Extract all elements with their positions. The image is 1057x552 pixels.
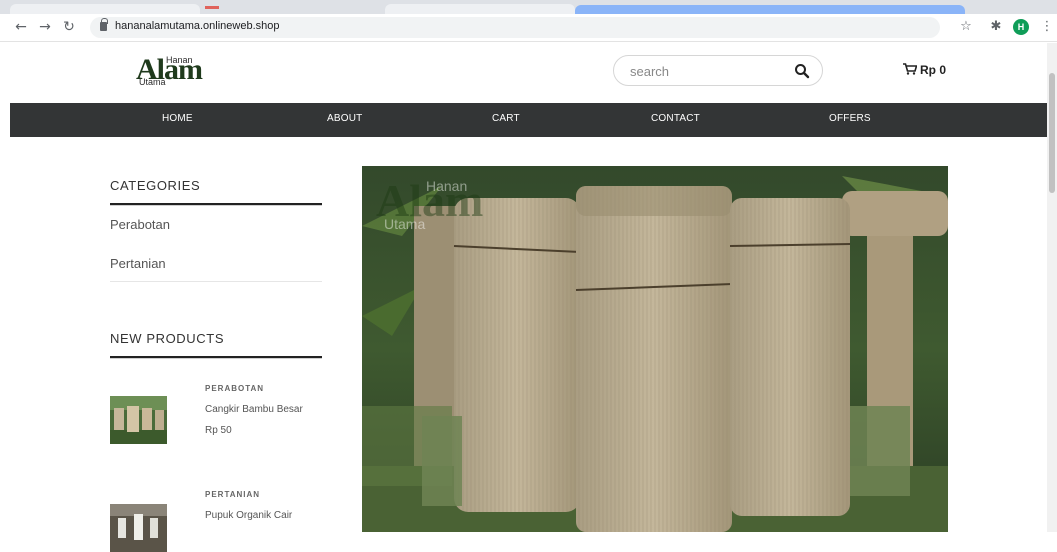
new-products-rule: [110, 356, 322, 359]
browser-tab[interactable]: [10, 4, 200, 14]
page-scrollbar[interactable]: [1047, 43, 1057, 532]
browser-tab[interactable]: [385, 4, 575, 14]
address-bar[interactable]: hananalamutama.onlineweb.shop: [90, 17, 940, 38]
categories-divider: [110, 281, 322, 282]
product-thumbnail[interactable]: [110, 504, 167, 552]
profile-avatar[interactable]: H: [1013, 19, 1029, 35]
nav-cart[interactable]: CART: [492, 113, 520, 124]
menu-kebab-icon[interactable]: ⋮: [1038, 18, 1056, 36]
categories-title: CATEGORIES: [110, 178, 201, 193]
site-header: Alam Hanan Utama Rp 0: [0, 43, 1057, 103]
site-logo[interactable]: Alam Hanan Utama: [136, 53, 206, 89]
product-item[interactable]: PERTANIAN Pupuk Organik Cair: [110, 488, 322, 552]
cart-total: Rp 0: [920, 63, 947, 77]
main-nav: HOME ABOUT CART CONTACT OFFERS: [10, 103, 1057, 137]
category-pertanian[interactable]: Pertanian: [110, 256, 166, 271]
product-category[interactable]: PERABOTAN: [205, 384, 264, 393]
product-name[interactable]: Pupuk Organik Cair: [205, 510, 292, 521]
cart-icon: [903, 63, 917, 75]
search-button[interactable]: [794, 63, 810, 79]
url-text[interactable]: hananalamutama.onlineweb.shop: [115, 20, 280, 32]
search-box: [613, 55, 823, 86]
product-item[interactable]: PERABOTAN Cangkir Bambu Besar Rp 50: [110, 380, 322, 444]
product-name[interactable]: Cangkir Bambu Besar: [205, 404, 303, 415]
scrollbar-thumb[interactable]: [1049, 73, 1055, 193]
logo-top-text: Hanan: [166, 55, 193, 65]
categories-rule: [110, 203, 322, 206]
bookmark-star-icon[interactable]: ☆: [957, 18, 975, 36]
cart-summary[interactable]: Rp 0: [903, 63, 946, 77]
watermark-bottom: Utama: [384, 216, 426, 232]
reload-icon[interactable]: ↻: [60, 18, 78, 36]
nav-contact[interactable]: CONTACT: [651, 113, 700, 124]
browser-toolbar: ← → ↻ hananalamutama.onlineweb.shop ☆ ✱ …: [0, 14, 1057, 42]
new-products-title: NEW PRODUCTS: [110, 331, 225, 346]
nav-about[interactable]: ABOUT: [327, 113, 362, 124]
hero-logo-watermark: Alam Hanan Utama: [376, 172, 496, 233]
forward-arrow-icon[interactable]: →: [36, 18, 54, 36]
search-icon: [795, 64, 810, 79]
nav-home[interactable]: HOME: [162, 113, 193, 124]
hero-banner-image[interactable]: Alam Hanan Utama: [362, 166, 948, 532]
product-category[interactable]: PERTANIAN: [205, 490, 260, 499]
nav-offers[interactable]: OFFERS: [829, 113, 871, 124]
category-perabotan[interactable]: Perabotan: [110, 217, 170, 232]
extensions-puzzle-icon[interactable]: ✱: [987, 18, 1005, 36]
product-thumbnail[interactable]: [110, 396, 167, 444]
search-input[interactable]: [630, 62, 780, 80]
product-price: Rp 50: [205, 425, 232, 436]
browser-tab-strip: [0, 0, 1057, 14]
lock-icon: [100, 18, 108, 31]
watermark-top: Hanan: [426, 178, 468, 194]
tab-close-indicator: [205, 6, 219, 9]
logo-bottom-text: Utama: [139, 77, 166, 87]
back-arrow-icon[interactable]: ←: [12, 18, 30, 36]
browser-tab-active[interactable]: [575, 5, 965, 14]
